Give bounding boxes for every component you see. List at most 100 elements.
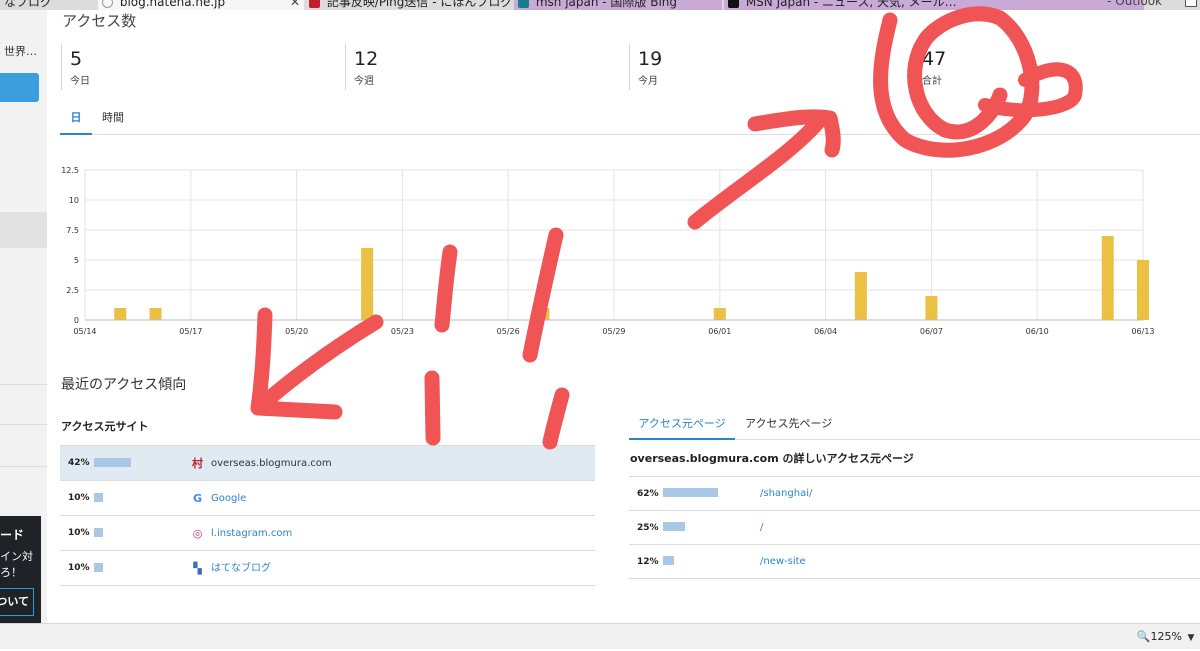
granularity-tabs: 日 時間 [60, 109, 1200, 135]
browser-tab-active[interactable]: blog.hatena.ne.jp ✕ [98, 0, 304, 10]
chart-y-tick-label: 5 [74, 256, 79, 265]
browser-tab-label: なブログ [4, 0, 53, 9]
share-bar [94, 493, 103, 502]
tab-referrer-pages[interactable]: アクセス元ページ [629, 415, 735, 440]
section-title: 最近のアクセス傾向 [61, 377, 187, 393]
sidebar-divider [0, 384, 47, 385]
chart-bar [854, 272, 867, 320]
browser-tab-label: blog.hatena.ne.jp [119, 0, 226, 9]
tab-day[interactable]: 日 [60, 109, 92, 135]
share-bar [663, 556, 674, 565]
chevron-down-icon[interactable]: ▼ [1182, 625, 1200, 651]
page-link[interactable]: /shanghai/ [760, 477, 812, 511]
chart-bar [713, 308, 726, 320]
browser-tab[interactable]: 記事反映/Ping送信 - にほんブログ… [305, 0, 512, 10]
stat-this-week: 12 今週 [345, 44, 629, 90]
page-tabs: アクセス元ページ アクセス先ページ [629, 410, 1200, 440]
sidebar-primary-button[interactable] [0, 73, 39, 102]
chart-x-tick-label: 06/01 [708, 327, 731, 336]
zoom-level: 125% [1150, 630, 1182, 643]
share-bar [94, 528, 103, 537]
page-link[interactable]: / [760, 511, 763, 545]
instagram-icon: ◎ [192, 527, 203, 540]
blogmura-favicon-icon [309, 0, 320, 8]
chart-y-tick-label: 0 [74, 316, 79, 325]
msn-favicon-icon [728, 0, 739, 8]
chart-x-tick-label: 06/10 [1026, 327, 1049, 336]
chart-x-tick-label: 06/04 [814, 327, 837, 336]
promo-button[interactable]: ついて [0, 588, 34, 616]
browser-tab-label: MSN Japan - ニュース, 天気, メール… [745, 0, 957, 9]
tab-hour[interactable]: 時間 [102, 109, 132, 135]
site-name[interactable]: overseas.blogmura.com [211, 446, 332, 481]
sidebar-partial-text[interactable]: 世界… [4, 43, 37, 59]
browser-tab[interactable]: msn japan - 国際版 Bing [514, 0, 722, 10]
site-name[interactable]: はてなブログ [211, 551, 271, 586]
browser-tab[interactable]: MSN Japan - ニュース, 天気, メール… [724, 0, 1144, 10]
share-percent: 12% [637, 557, 659, 567]
stat-label: 今月 [638, 76, 658, 87]
share-percent: 25% [637, 523, 659, 533]
google-icon: G [192, 492, 203, 505]
table-row[interactable]: 62% /shanghai/ [629, 477, 1200, 511]
share-bar [663, 488, 718, 497]
promo-text: ろ！ [0, 566, 22, 579]
stat-today: 5 今日 [61, 44, 345, 90]
stat-value: 47 [922, 48, 947, 70]
site-name[interactable]: Google [211, 481, 246, 516]
share-bar [663, 522, 685, 531]
share-bar [94, 458, 131, 467]
chart-bar [537, 308, 550, 320]
chart-x-tick-label: 06/07 [920, 327, 943, 336]
browser-tab-strip: なブログ blog.hatena.ne.jp ✕ 記事反映/Ping送信 - に… [0, 0, 1200, 10]
sidebar-promo-banner: ード イン対 ろ！ ついて [0, 516, 41, 623]
chart-x-tick-label: 05/26 [497, 327, 520, 336]
chart-bar [925, 296, 938, 320]
browser-tab-outlook-label[interactable]: - Outlook [1107, 0, 1162, 8]
sidebar-item-selected[interactable] [0, 212, 47, 248]
chart-bar [114, 308, 127, 320]
referrer-pages-table: 62% /shanghai/ 25% / 12% /new-site [629, 476, 1200, 579]
close-tab-icon[interactable]: ✕ [290, 0, 300, 10]
loading-icon [102, 0, 113, 8]
browser-tab[interactable]: なブログ [0, 0, 97, 10]
browser-tab-label: 記事反映/Ping送信 - にほんブログ… [326, 0, 512, 9]
stat-total: 47 合計 [913, 44, 1197, 90]
sidebar-divider [0, 466, 47, 467]
chart-x-tick-label: 05/14 [73, 327, 96, 336]
table-row[interactable]: 10% G Google [60, 481, 595, 516]
zoom-control[interactable]: 🔍125% ▼ [1137, 624, 1200, 651]
chart-x-tick-label: 05/29 [602, 327, 625, 336]
site-name[interactable]: l.instagram.com [211, 516, 292, 551]
page-link[interactable]: /new-site [760, 545, 806, 579]
chart-x-tick-label: 05/23 [391, 327, 414, 336]
referrers-title: アクセス元サイト [61, 420, 149, 433]
share-percent: 62% [637, 489, 659, 499]
stat-value: 19 [638, 48, 663, 70]
blogmura-icon: 村 [192, 457, 203, 470]
sidebar-divider [0, 424, 47, 425]
chart-bar [1101, 236, 1114, 320]
access-chart: 0 2.5 5 7.5 10 12.5 05/14 05/17 05/20 05/23 05/26 0… [61, 166, 1154, 336]
new-tab-icon[interactable] [1185, 0, 1197, 7]
table-row[interactable]: 25% / [629, 511, 1200, 545]
table-row[interactable]: 12% /new-site [629, 545, 1200, 579]
table-row[interactable]: 10% ▚ はてなブログ [60, 551, 595, 586]
zoom-icon: 🔍 [1136, 630, 1151, 643]
share-percent: 10% [68, 563, 90, 573]
stat-label: 今日 [70, 76, 90, 87]
table-row[interactable]: 10% ◎ l.instagram.com [60, 516, 595, 551]
table-row[interactable]: 42% 村 overseas.blogmura.com [60, 446, 595, 481]
chart-bar [149, 308, 162, 320]
share-percent: 10% [68, 528, 90, 538]
bing-favicon-icon [518, 0, 529, 8]
chart-y-tick-label: 12.5 [61, 166, 79, 175]
promo-title: ード [0, 528, 25, 542]
tab-landing-pages[interactable]: アクセス先ページ [745, 415, 845, 440]
stat-label: 合計 [922, 76, 942, 87]
detail-title: overseas.blogmura.com の詳しいアクセス元ページ [630, 452, 914, 465]
chart-x-tick-label: 05/17 [179, 327, 202, 336]
chart-x-tick-label: 06/13 [1131, 327, 1154, 336]
status-bar: 🔍125% ▼ [0, 623, 1200, 649]
chart-y-tick-label: 7.5 [66, 226, 79, 235]
